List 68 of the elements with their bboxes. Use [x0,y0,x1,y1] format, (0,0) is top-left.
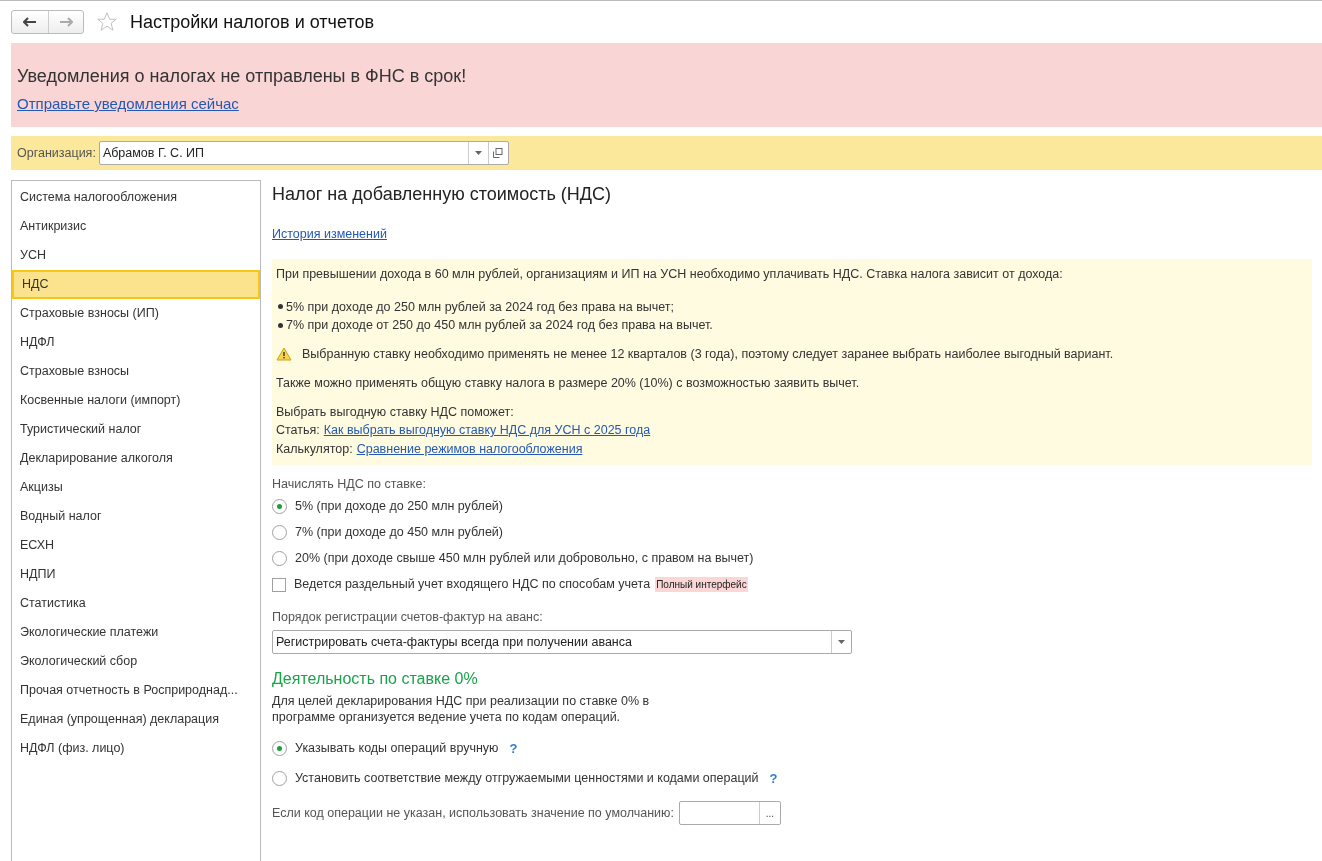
organization-value: Абрамов Г. С. ИП [101,144,206,162]
warning-icon [276,347,292,362]
link-prefix: Калькулятор: [276,441,353,458]
sidebar-item[interactable]: НДФЛ (физ. лицо) [12,734,260,763]
sidebar-item[interactable]: Косвенные налоги (импорт) [12,386,260,415]
sidebar-item[interactable]: НДС [12,270,260,299]
checkbox-label: Ведется раздельный учет входящего НДС по способам учета [294,576,651,594]
help-icon[interactable]: ? [769,768,778,788]
star-icon[interactable] [96,11,118,33]
info-text: Выбрать выгодную ставку НДС поможет: [276,403,514,421]
rate-option-label: 20% (при доходе свыше 450 млн рублей или добровольно, с правом на вычет) [295,550,754,568]
invoice-label: Порядок регистрации счетов-фактур на аванс: [272,608,543,626]
radio-button[interactable] [272,740,287,756]
info-text: Также можно применять общую ставку налога в размере 20% (10%) с возможностью заявить вычет. [276,374,860,392]
sidebar-item[interactable]: НДПИ [12,560,260,589]
alert-message: Уведомления о налогах не отправлены в ФНС в срок! [17,65,467,88]
select-value: Регистрировать счета-фактуры всегда при получении аванса [275,633,633,651]
article-link[interactable]: Сравнение режимов налогообложения [356,440,583,459]
forward-arrow-icon [59,17,73,27]
interface-badge: Полный интерфейс [655,577,748,592]
info-text: При превышении дохода в 60 млн рублей, организациям и ИП на УСН необходимо уплачивать НДС. Ставка налога зависит от дохода: [276,265,1063,283]
bullet-icon [278,323,283,329]
send-notifications-link[interactable]: Отправьте уведомления сейчас [17,93,239,116]
invoice-order-select[interactable]: Регистрировать счета-фактуры всегда при получении аванса [272,630,852,655]
default-code-label: Если код операции не указан, использовать значение по умолчанию: [272,804,674,822]
sidebar-item[interactable]: Страховые взносы [12,357,260,386]
default-code-field[interactable]: ... [678,801,781,826]
sidebar-item[interactable]: Экологический сбор [12,647,260,676]
section-title: Налог на добавленную стоимость (НДС) [272,183,611,206]
sidebar-item[interactable]: НДФЛ [12,328,260,357]
article-link[interactable]: Как выбрать выгодную ставку НДС для УСН с 2025 года [323,421,651,440]
window-title: Настройки налогов и отчетов [130,10,374,34]
warning-text: Выбранную ставку необходимо применять не менее 12 кварталов (3 года), поэтому следует заранее выбрать наиболее выгодный вариант. [302,346,1114,363]
sidebar-item[interactable]: Экологические платежи [12,618,260,647]
sidebar-item[interactable]: Декларирование алкоголя [12,444,260,473]
sidebar-item[interactable]: Антикризис [12,212,260,241]
back-arrow-icon [23,17,37,27]
sidebar-item[interactable]: Прочая отчетность в Росприроднад... [12,676,260,705]
history-link[interactable]: История изменений [272,225,387,244]
sidebar-item[interactable]: Единая (упрощенная) декларация [12,705,260,734]
sidebar-item[interactable]: Водный налог [12,502,260,531]
bullet-text: 5% при доходе до 250 млн рублей за 2024 год без права на вычет; [286,298,674,316]
sidebar-item[interactable]: Статистика [12,589,260,618]
subsection-title: Деятельность по ставке 0% [272,669,478,690]
operation-code-option-label: Указывать коды операций вручную [295,739,499,757]
link-prefix: Статья: [276,422,320,440]
sidebar-item[interactable]: Акцизы [12,473,260,502]
description-text: Для целей декларирования НДС при реализации по ставке 0% в программе организуется ведение учета по кодам операций. [272,693,651,726]
sidebar-item[interactable]: УСН [12,241,260,270]
radio-button[interactable] [272,770,287,786]
radio-button[interactable] [272,551,287,566]
bullet-text: 7% при доходе от 250 до 450 млн рублей за 2024 год без права на вычет. [286,317,713,335]
rate-option-label: 7% (при доходе до 450 млн рублей) [295,524,503,542]
sidebar-item[interactable]: Страховые взносы (ИП) [12,299,260,328]
sidebar-item[interactable]: Система налогообложения [12,183,260,212]
rate-label: Начислять НДС по ставке: [272,475,426,493]
checkbox[interactable] [272,577,286,592]
radio-button[interactable] [272,525,287,540]
organization-label: Организация: [17,144,96,162]
radio-button[interactable] [272,499,287,514]
sidebar-item[interactable]: Туристический налог [12,415,260,444]
choose-button[interactable]: ... [758,802,780,825]
operation-code-option-label: Установить соответствие между отгружаемыми ценностями и кодами операций [295,769,759,787]
help-icon[interactable]: ? [509,738,518,758]
rate-option-label: 5% (при доходе до 250 млн рублей) [295,498,503,516]
organization-field[interactable]: Абрамов Г. С. ИП [98,141,509,165]
sidebar-item[interactable]: ЕСХН [12,531,260,560]
bullet-icon [278,304,283,310]
